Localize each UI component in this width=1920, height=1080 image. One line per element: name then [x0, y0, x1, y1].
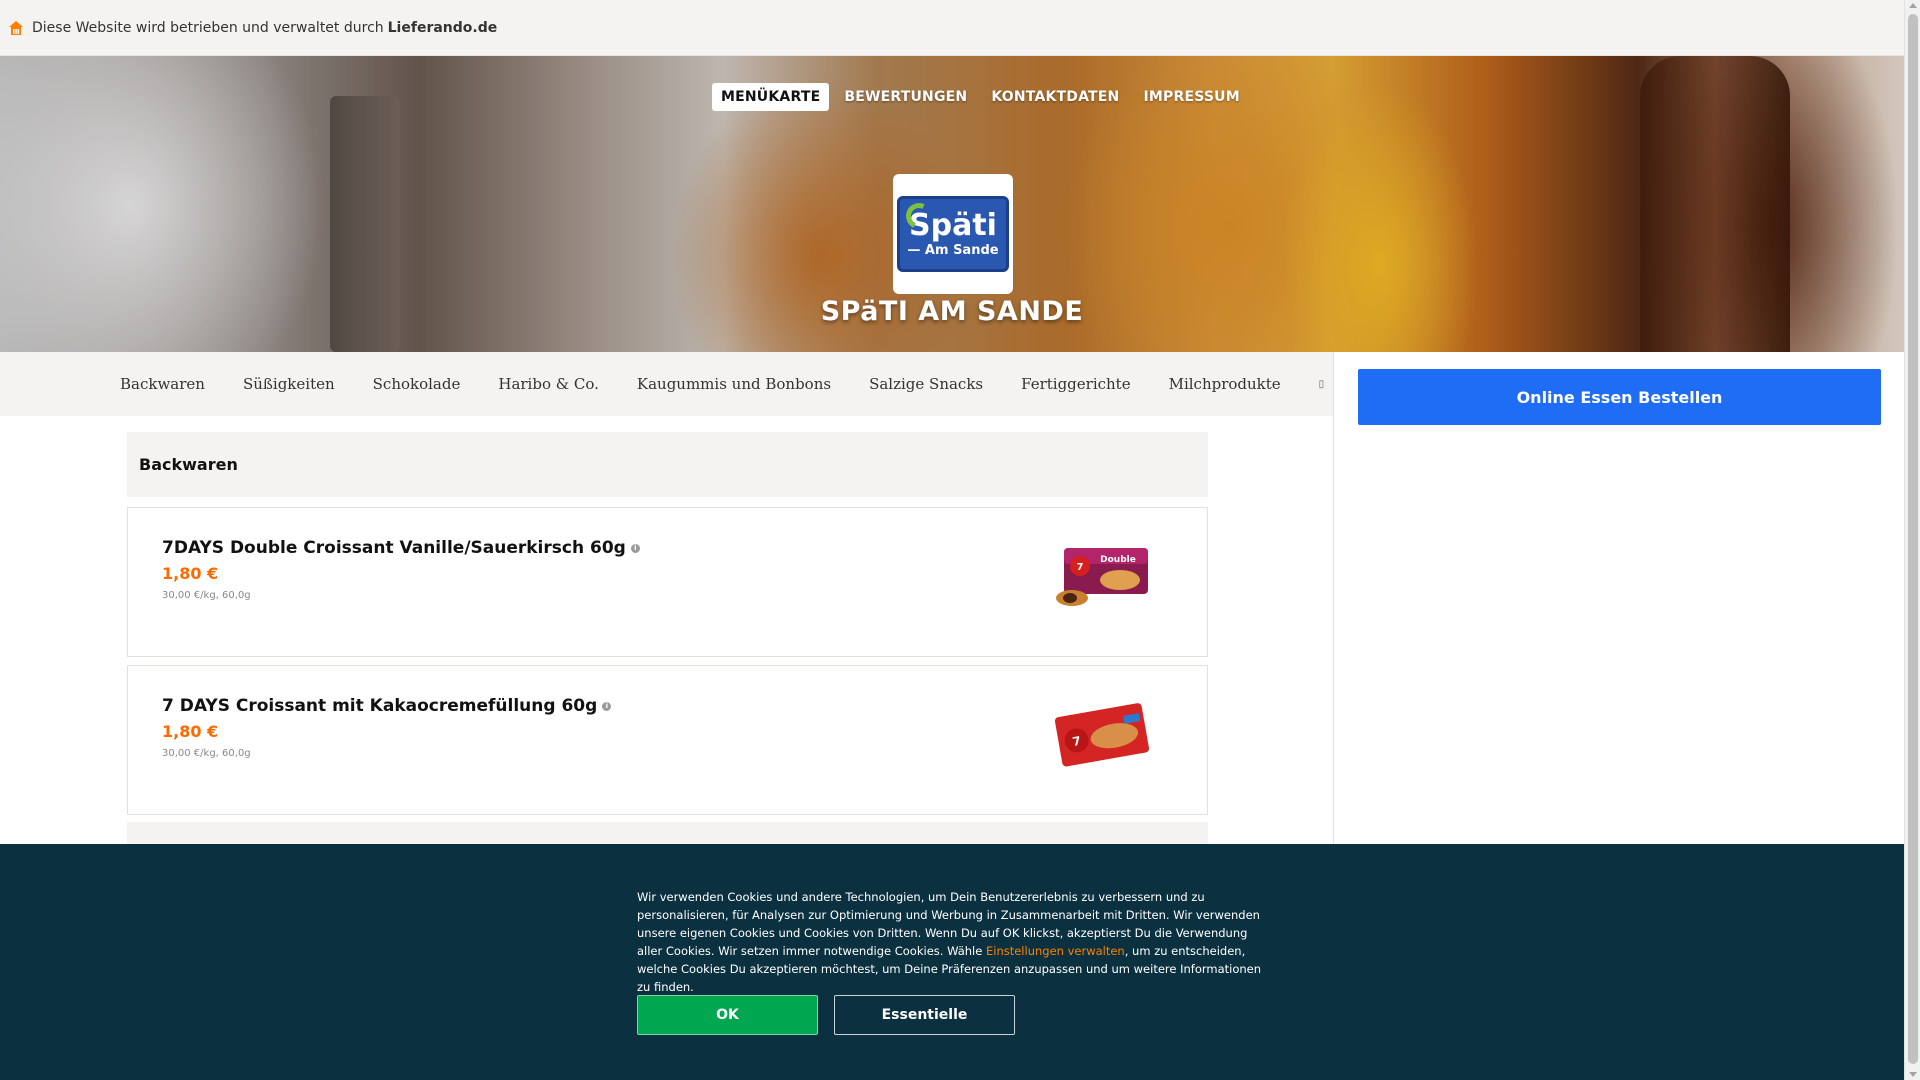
cookie-banner: Wir verwenden Cookies und andere Technol…	[0, 844, 1904, 1080]
product-name: 7 DAYS Croissant mit Kakaocremefüllung 6…	[162, 696, 598, 716]
nav-menukarte[interactable]: MENÜKARTE	[712, 83, 830, 111]
product-price: 1,80 €	[162, 564, 219, 583]
operator-notice-text: Diese Website wird betrieben und verwalt…	[32, 19, 384, 36]
info-icon[interactable]: i	[630, 543, 640, 553]
product-price: 1,80 €	[162, 722, 219, 741]
menu-section-title: Backwaren	[127, 432, 1208, 497]
category-bar: Backwaren Süßigkeiten Schokolade Haribo …	[0, 352, 1333, 416]
operator-brand[interactable]: Lieferando.de	[388, 20, 498, 36]
nav-bewertungen[interactable]: BEWERTUNGEN	[835, 83, 976, 111]
category-kaugummis[interactable]: Kaugummis und Bonbons	[637, 375, 831, 393]
category-fertiggerichte[interactable]: Fertiggerichte	[1021, 375, 1130, 393]
restaurant-logo: Späti — Am Sande	[893, 174, 1013, 294]
scroll-up-icon[interactable]	[1909, 3, 1917, 8]
product-name: 7DAYS Double Croissant Vanille/Sauerkirs…	[162, 538, 626, 558]
operator-notice-bar: Diese Website wird betrieben und verwalt…	[0, 0, 1904, 56]
hero-banner: MENÜKARTE BEWERTUNGEN KONTAKTDATEN IMPRE…	[0, 56, 1904, 352]
cookie-settings-link[interactable]: Einstellungen verwalten	[986, 944, 1125, 958]
product-card[interactable]: 7 DAYS Croissant mit Kakaocremefüllung 6…	[127, 665, 1208, 815]
category-milchprodukte[interactable]: Milchprodukte	[1169, 375, 1281, 393]
product-unit-price: 30,00 €/kg, 60,0g	[162, 590, 251, 601]
cookie-text: Wir verwenden Cookies und andere Technol…	[637, 888, 1267, 996]
category-schokolade[interactable]: Schokolade	[373, 375, 461, 393]
more-icon[interactable]: ▯	[1319, 379, 1325, 390]
scrollbar-thumb[interactable]	[1908, 14, 1918, 1064]
category-salzige-snacks[interactable]: Salzige Snacks	[869, 375, 983, 393]
info-icon[interactable]: i	[602, 701, 612, 711]
cookie-essential-button[interactable]: Essentielle	[834, 995, 1015, 1035]
svg-text:7: 7	[1077, 562, 1084, 573]
logo-badge: Späti — Am Sande	[897, 196, 1009, 272]
product-image: 7	[1054, 703, 1150, 767]
product-image: 7 Double	[1056, 548, 1148, 606]
nav-kontaktdaten[interactable]: KONTAKTDATEN	[982, 83, 1128, 111]
product-unit-price: 30,00 €/kg, 60,0g	[162, 748, 251, 759]
logo-line2: — Am Sande	[907, 242, 999, 258]
home-icon	[9, 20, 23, 35]
scroll-down-icon[interactable]	[1909, 1072, 1917, 1077]
svg-text:Double: Double	[1100, 555, 1136, 565]
main-nav: MENÜKARTE BEWERTUNGEN KONTAKTDATEN IMPRE…	[712, 83, 1255, 111]
order-online-button[interactable]: Online Essen Bestellen	[1358, 369, 1881, 425]
category-haribo[interactable]: Haribo & Co.	[498, 375, 599, 393]
nav-impressum[interactable]: IMPRESSUM	[1134, 83, 1248, 111]
category-backwaren[interactable]: Backwaren	[120, 375, 205, 393]
cookie-ok-button[interactable]: OK	[637, 995, 818, 1035]
product-card[interactable]: 7DAYS Double Croissant Vanille/Sauerkirs…	[127, 507, 1208, 657]
restaurant-name: SPäTI AM SANDE	[820, 296, 1084, 327]
column-divider	[1333, 352, 1334, 844]
product-name-row: 7 DAYS Croissant mit Kakaocremefüllung 6…	[162, 696, 612, 716]
page-scrollbar[interactable]	[1904, 0, 1920, 1080]
product-name-row: 7DAYS Double Croissant Vanille/Sauerkirs…	[162, 538, 640, 558]
category-suessigkeiten[interactable]: Süßigkeiten	[243, 375, 335, 393]
